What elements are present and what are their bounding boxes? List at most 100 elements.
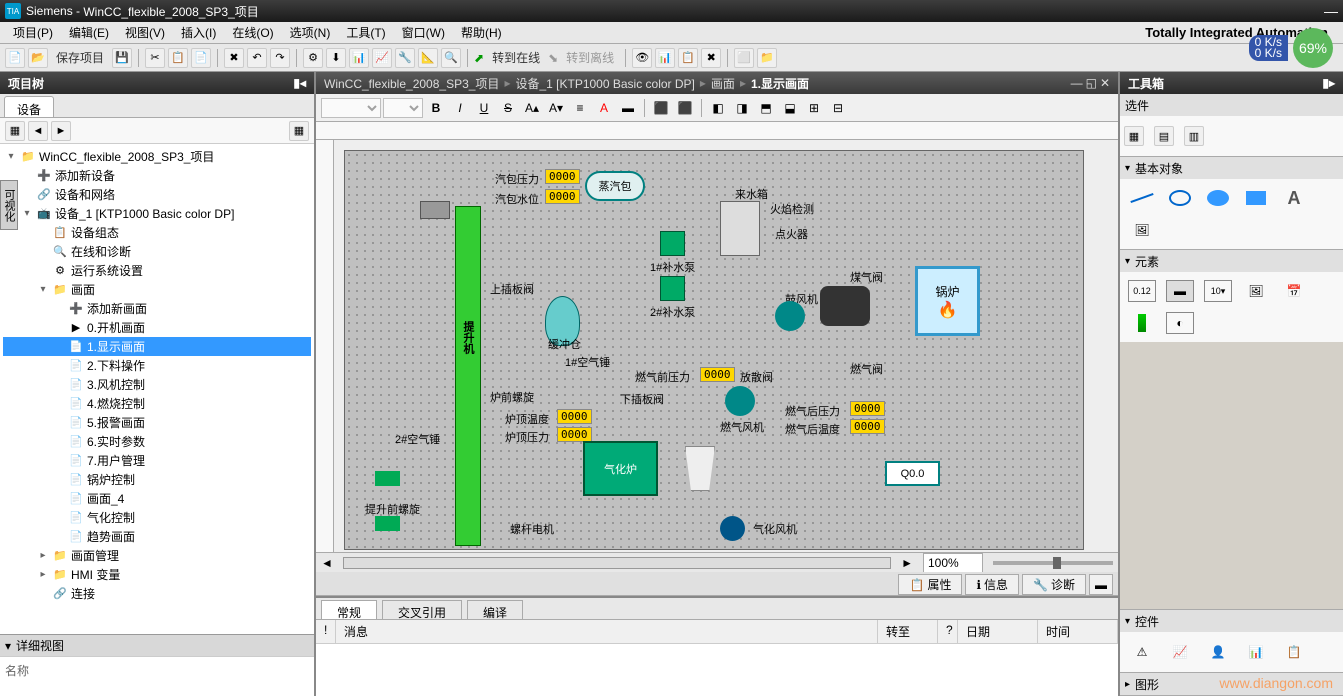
tool-ellipse-outline[interactable] bbox=[1166, 187, 1194, 209]
opt-3[interactable]: ▥ bbox=[1184, 126, 1204, 146]
tree-item[interactable]: 📄趋势画面 bbox=[3, 527, 311, 546]
underline-button[interactable]: U bbox=[473, 98, 495, 118]
tree-item[interactable]: ▾📁WinCC_flexible_2008_SP3_项目 bbox=[3, 147, 311, 166]
menu-edit[interactable]: 编辑(E) bbox=[61, 22, 117, 43]
editor-maximize[interactable]: ◱ bbox=[1086, 76, 1097, 90]
tool-ellipse-filled[interactable] bbox=[1204, 187, 1232, 209]
redo-button[interactable]: ↷ bbox=[270, 48, 290, 68]
save-project-button[interactable]: 保存项目 bbox=[51, 49, 109, 66]
zoom-input[interactable] bbox=[923, 553, 983, 573]
ctrl-5[interactable]: 📋 bbox=[1280, 641, 1308, 663]
italic-button[interactable]: I bbox=[449, 98, 471, 118]
gasifier[interactable]: 气化炉 bbox=[583, 441, 658, 496]
font-color[interactable]: A bbox=[593, 98, 615, 118]
tree-nav-1[interactable]: ▦ bbox=[5, 121, 25, 141]
font-shrink[interactable]: A▾ bbox=[545, 98, 567, 118]
tab-properties[interactable]: 📋 属性 bbox=[898, 574, 962, 595]
menu-insert[interactable]: 插入(I) bbox=[173, 22, 224, 43]
combustor[interactable] bbox=[820, 286, 870, 326]
gas-post-temp-value[interactable]: 0000 bbox=[850, 419, 885, 434]
ctrl-alarm[interactable]: ⚠ bbox=[1128, 641, 1156, 663]
tool-graphic-io[interactable]: 🖼 bbox=[1242, 280, 1270, 302]
tool-text[interactable]: A bbox=[1280, 187, 1308, 209]
tree-item[interactable]: 🔗连接 bbox=[3, 584, 311, 603]
tb-btn-5[interactable]: 🔍 bbox=[441, 48, 461, 68]
align-2[interactable]: ⬛ bbox=[674, 98, 696, 118]
menu-help[interactable]: 帮助(H) bbox=[453, 22, 510, 43]
toolbox-minimize[interactable]: ▮▸ bbox=[1322, 76, 1335, 90]
editor-close[interactable]: ✕ bbox=[1100, 76, 1110, 90]
project-tree[interactable]: ▾📁WinCC_flexible_2008_SP3_项目➕添加新设备🔗设备和网络… bbox=[0, 144, 314, 634]
hscrollbar[interactable] bbox=[343, 557, 891, 569]
tb-btn-11[interactable]: 📁 bbox=[757, 48, 777, 68]
tree-item[interactable]: 📄画面_4 bbox=[3, 489, 311, 508]
section-elements[interactable]: ▾元素 bbox=[1120, 250, 1343, 272]
menu-options[interactable]: 选项(N) bbox=[282, 22, 339, 43]
section-controls[interactable]: ▾控件 bbox=[1120, 610, 1343, 632]
tree-item[interactable]: ▶0.开机画面 bbox=[3, 318, 311, 337]
compile-button[interactable]: ⚙ bbox=[303, 48, 323, 68]
menu-view[interactable]: 视图(V) bbox=[117, 22, 173, 43]
align-left[interactable]: ≡ bbox=[569, 98, 591, 118]
tree-item[interactable]: 📄气化控制 bbox=[3, 508, 311, 527]
save-icon[interactable]: 💾 bbox=[112, 48, 132, 68]
log-tab-general[interactable]: 常规 bbox=[321, 600, 377, 619]
align-1[interactable]: ⬛ bbox=[650, 98, 672, 118]
pump2-shape[interactable] bbox=[660, 276, 685, 301]
editor-minimize[interactable]: — bbox=[1071, 76, 1083, 90]
section-basic[interactable]: ▾基本对象 bbox=[1120, 157, 1343, 179]
menu-online[interactable]: 在线(O) bbox=[224, 22, 281, 43]
paste-button[interactable]: 📄 bbox=[191, 48, 211, 68]
tree-item[interactable]: 🔍在线和诊断 bbox=[3, 242, 311, 261]
gas-blower-shape[interactable] bbox=[720, 516, 745, 541]
font-size-select[interactable] bbox=[383, 98, 423, 118]
tree-item[interactable]: 📄4.燃烧控制 bbox=[3, 394, 311, 413]
tool-switch[interactable]: ◐ bbox=[1166, 312, 1194, 334]
ctrl-user[interactable]: 👤 bbox=[1204, 641, 1232, 663]
tb-btn-7[interactable]: 📊 bbox=[655, 48, 675, 68]
menu-tools[interactable]: 工具(T) bbox=[338, 22, 393, 43]
ungroup-button[interactable]: ⊟ bbox=[827, 98, 849, 118]
opt-1[interactable]: ▦ bbox=[1124, 126, 1144, 146]
tool-datetime[interactable]: 📅 bbox=[1280, 280, 1308, 302]
gas-fan-shape[interactable] bbox=[725, 386, 755, 416]
tree-item[interactable]: 📄锅炉控制 bbox=[3, 470, 311, 489]
bold-button[interactable]: B bbox=[425, 98, 447, 118]
section-options[interactable]: 选件 bbox=[1120, 94, 1343, 116]
top-press-value[interactable]: 0000 bbox=[557, 427, 592, 442]
tool-symbolic[interactable]: 10▾ bbox=[1204, 280, 1232, 302]
font-grow[interactable]: A▴ bbox=[521, 98, 543, 118]
tree-item[interactable]: 📄6.实时参数 bbox=[3, 432, 311, 451]
tb-btn-9[interactable]: ✖ bbox=[701, 48, 721, 68]
menu-window[interactable]: 窗口(W) bbox=[394, 22, 453, 43]
sidebar-collapse-tab[interactable]: 可视化 bbox=[0, 180, 18, 230]
water-tank[interactable] bbox=[720, 201, 760, 256]
tree-item[interactable]: ➕添加新设备 bbox=[3, 166, 311, 185]
tab-devices[interactable]: 设备 bbox=[4, 96, 54, 117]
tree-view-button[interactable]: ▦ bbox=[289, 121, 309, 141]
elevator-shape[interactable] bbox=[455, 206, 481, 546]
hopper[interactable] bbox=[685, 446, 715, 491]
tree-item[interactable]: ➕添加新画面 bbox=[3, 299, 311, 318]
go-offline-button[interactable]: 转到离线 bbox=[561, 49, 619, 66]
tool-button[interactable]: ▬ bbox=[1166, 280, 1194, 302]
tool-iofield[interactable]: 0.12 bbox=[1128, 280, 1156, 302]
ctrl-trend[interactable]: 📈 bbox=[1166, 641, 1194, 663]
io-display[interactable]: Q0.0 bbox=[885, 461, 940, 486]
log-tab-compile[interactable]: 编译 bbox=[467, 600, 523, 619]
layer-1[interactable]: ◧ bbox=[707, 98, 729, 118]
top-motor[interactable] bbox=[420, 201, 450, 219]
ctrl-recipe[interactable]: 📊 bbox=[1242, 641, 1270, 663]
gas-post-press-value[interactable]: 0000 bbox=[850, 401, 885, 416]
log-tab-xref[interactable]: 交叉引用 bbox=[382, 600, 462, 619]
opt-2[interactable]: ▤ bbox=[1154, 126, 1174, 146]
undo-button[interactable]: ↶ bbox=[247, 48, 267, 68]
tab-info[interactable]: ℹ 信息 bbox=[965, 574, 1019, 595]
top-temp-value[interactable]: 0000 bbox=[557, 409, 592, 424]
tool-bar[interactable] bbox=[1128, 312, 1156, 334]
steam-drum[interactable]: 蒸汽包 bbox=[585, 171, 645, 201]
tree-item[interactable]: 🔗设备和网络 bbox=[3, 185, 311, 204]
section-graphics[interactable]: ▸图形 bbox=[1120, 673, 1343, 695]
motor-2[interactable] bbox=[375, 516, 400, 531]
tool-image[interactable]: 🖼 bbox=[1128, 219, 1156, 241]
